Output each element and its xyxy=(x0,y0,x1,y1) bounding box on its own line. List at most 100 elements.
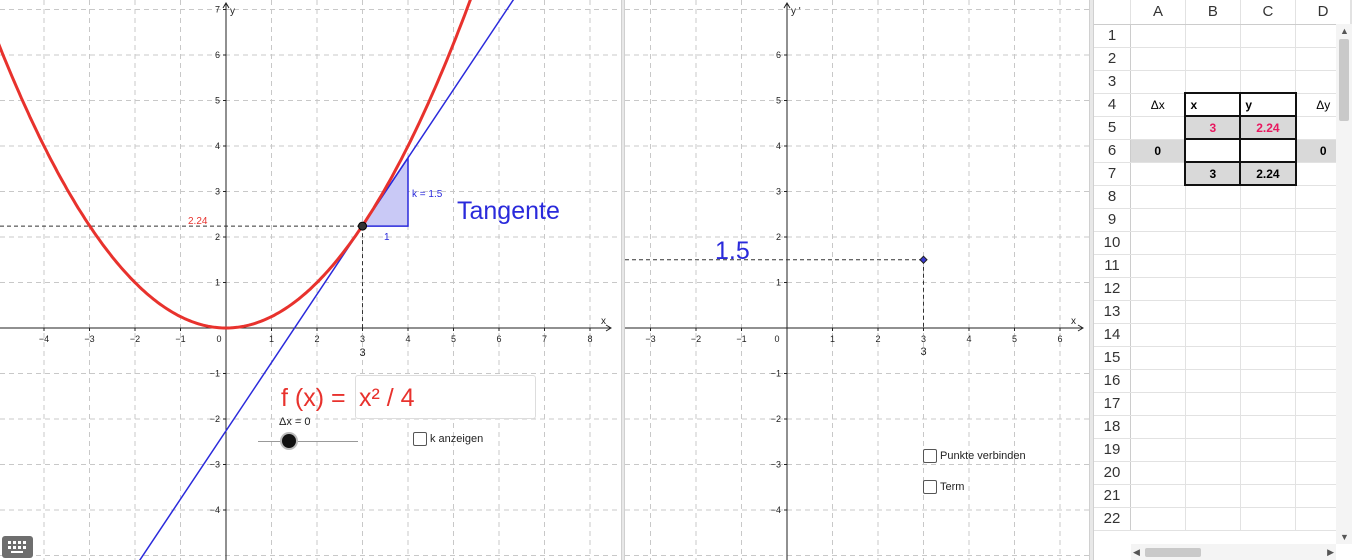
column-header-D[interactable]: D xyxy=(1295,0,1351,25)
cell-B21[interactable] xyxy=(1185,484,1241,508)
cell-B15[interactable] xyxy=(1185,346,1241,370)
cell-C14[interactable] xyxy=(1240,323,1297,347)
cell-B5[interactable]: 3 xyxy=(1184,115,1242,140)
function-input[interactable]: x² / 4 xyxy=(355,375,536,419)
cell-C4[interactable]: y xyxy=(1239,92,1297,117)
horizontal-scrollbar[interactable]: ◀ ▶ xyxy=(1131,544,1336,560)
cell-B6[interactable] xyxy=(1184,138,1242,163)
cell-A4[interactable]: Δx xyxy=(1130,93,1186,117)
cell-B13[interactable] xyxy=(1185,300,1241,324)
cell-B17[interactable] xyxy=(1185,392,1241,416)
vertical-scroll-thumb[interactable] xyxy=(1339,39,1349,121)
row-header-15[interactable]: 15 xyxy=(1094,346,1131,370)
cell-B10[interactable] xyxy=(1185,231,1241,255)
vertical-scrollbar[interactable]: ▲ ▼ xyxy=(1336,24,1352,544)
cell-B14[interactable] xyxy=(1185,323,1241,347)
cell-B18[interactable] xyxy=(1185,415,1241,439)
cell-B9[interactable] xyxy=(1185,208,1241,232)
cell-C17[interactable] xyxy=(1240,392,1297,416)
row-header-11[interactable]: 11 xyxy=(1094,254,1131,278)
term-checkbox[interactable]: Term xyxy=(923,480,964,494)
cell-A8[interactable] xyxy=(1130,185,1186,209)
cell-A18[interactable] xyxy=(1130,415,1186,439)
row-header-20[interactable]: 20 xyxy=(1094,461,1131,485)
keyboard-icon[interactable] xyxy=(2,536,33,558)
cell-B11[interactable] xyxy=(1185,254,1241,278)
row-header-22[interactable]: 22 xyxy=(1094,507,1131,531)
row-header-8[interactable]: 8 xyxy=(1094,185,1131,209)
scroll-down-icon[interactable]: ▼ xyxy=(1340,532,1349,542)
k-anzeigen-box[interactable] xyxy=(413,432,427,446)
scroll-up-icon[interactable]: ▲ xyxy=(1340,26,1349,36)
cell-A13[interactable] xyxy=(1130,300,1186,324)
scroll-right-icon[interactable]: ▶ xyxy=(1327,547,1334,558)
cell-C13[interactable] xyxy=(1240,300,1297,324)
spreadsheet-view[interactable]: A B C D 1 2 3 4 Δx x y Δy 5 3 2.24 6 0 0 7 3 2.24 8 9 10 11 12 13 1… xyxy=(1094,0,1352,560)
cell-A5[interactable] xyxy=(1130,116,1186,140)
term-box[interactable] xyxy=(923,480,937,494)
graph-canvas-right[interactable]: x y ' −3 −2 −1 0 1 2 3 4 5 6 6 5 4 3 2 1 −1 −2 −3 −4 3 xyxy=(625,0,1089,560)
row-header-2[interactable]: 2 xyxy=(1094,47,1131,71)
row-header-18[interactable]: 18 xyxy=(1094,415,1131,439)
row-header-5[interactable]: 5 xyxy=(1094,116,1131,140)
cell-C9[interactable] xyxy=(1240,208,1297,232)
row-header-21[interactable]: 21 xyxy=(1094,484,1131,508)
row-header-12[interactable]: 12 xyxy=(1094,277,1131,301)
cell-B3[interactable] xyxy=(1185,70,1241,94)
spreadsheet-table[interactable]: A B C D 1 2 3 4 Δx x y Δy 5 3 2.24 6 0 0 7 3 2.24 8 9 10 11 12 13 1… xyxy=(1094,0,1352,531)
cell-B7[interactable]: 3 xyxy=(1184,161,1242,186)
cell-B22[interactable] xyxy=(1185,507,1241,531)
cell-A2[interactable] xyxy=(1130,47,1186,71)
cell-A1[interactable] xyxy=(1130,24,1186,48)
cell-B4[interactable]: x xyxy=(1184,92,1242,117)
cell-C5[interactable]: 2.24 xyxy=(1239,115,1297,140)
row-header-1[interactable]: 1 xyxy=(1094,24,1131,48)
slider-handle[interactable] xyxy=(282,434,296,448)
cell-C12[interactable] xyxy=(1240,277,1297,301)
cell-C21[interactable] xyxy=(1240,484,1297,508)
cell-A11[interactable] xyxy=(1130,254,1186,278)
row-header-10[interactable]: 10 xyxy=(1094,231,1131,255)
graph-canvas-left[interactable]: x y −4 −3 −2 −1 0 1 2 3 4 5 6 7 8 7 6 5 4 3 2 1 −1 −2 −3 −4 2.24 3 k… xyxy=(0,0,621,560)
row-header-4[interactable]: 4 xyxy=(1094,93,1131,117)
row-header-16[interactable]: 16 xyxy=(1094,369,1131,393)
scroll-left-icon[interactable]: ◀ xyxy=(1133,547,1140,558)
cell-C18[interactable] xyxy=(1240,415,1297,439)
cell-B1[interactable] xyxy=(1185,24,1241,48)
cell-B19[interactable] xyxy=(1185,438,1241,462)
cell-B8[interactable] xyxy=(1185,185,1241,209)
delta-x-slider[interactable] xyxy=(258,432,358,452)
cell-A7[interactable] xyxy=(1130,162,1186,186)
cell-A21[interactable] xyxy=(1130,484,1186,508)
sheet-corner[interactable] xyxy=(1094,0,1131,25)
cell-A9[interactable] xyxy=(1130,208,1186,232)
column-header-B[interactable]: B xyxy=(1185,0,1241,25)
cell-B12[interactable] xyxy=(1185,277,1241,301)
cell-C20[interactable] xyxy=(1240,461,1297,485)
cell-C10[interactable] xyxy=(1240,231,1297,255)
cell-A16[interactable] xyxy=(1130,369,1186,393)
cell-C6[interactable] xyxy=(1239,138,1297,163)
row-header-19[interactable]: 19 xyxy=(1094,438,1131,462)
cell-C16[interactable] xyxy=(1240,369,1297,393)
graphics-view-2[interactable]: x y ' −3 −2 −1 0 1 2 3 4 5 6 6 5 4 3 2 1 −1 −2 −3 −4 3 1.5 Pun… xyxy=(625,0,1089,560)
cell-C15[interactable] xyxy=(1240,346,1297,370)
horizontal-scroll-thumb[interactable] xyxy=(1145,548,1201,557)
cell-A15[interactable] xyxy=(1130,346,1186,370)
row-header-14[interactable]: 14 xyxy=(1094,323,1131,347)
cell-A6[interactable]: 0 xyxy=(1130,139,1186,163)
cell-C22[interactable] xyxy=(1240,507,1297,531)
cell-A17[interactable] xyxy=(1130,392,1186,416)
row-header-9[interactable]: 9 xyxy=(1094,208,1131,232)
row-header-7[interactable]: 7 xyxy=(1094,162,1131,186)
cell-C3[interactable] xyxy=(1240,70,1297,94)
cell-C19[interactable] xyxy=(1240,438,1297,462)
k-anzeigen-checkbox[interactable]: k anzeigen xyxy=(413,432,483,446)
column-header-C[interactable]: C xyxy=(1240,0,1297,25)
row-header-13[interactable]: 13 xyxy=(1094,300,1131,324)
cell-C11[interactable] xyxy=(1240,254,1297,278)
cell-A20[interactable] xyxy=(1130,461,1186,485)
graphics-view-1[interactable]: x y −4 −3 −2 −1 0 1 2 3 4 5 6 7 8 7 6 5 4 3 2 1 −1 −2 −3 −4 2.24 3 k… xyxy=(0,0,621,560)
row-header-3[interactable]: 3 xyxy=(1094,70,1131,94)
cell-C2[interactable] xyxy=(1240,47,1297,71)
